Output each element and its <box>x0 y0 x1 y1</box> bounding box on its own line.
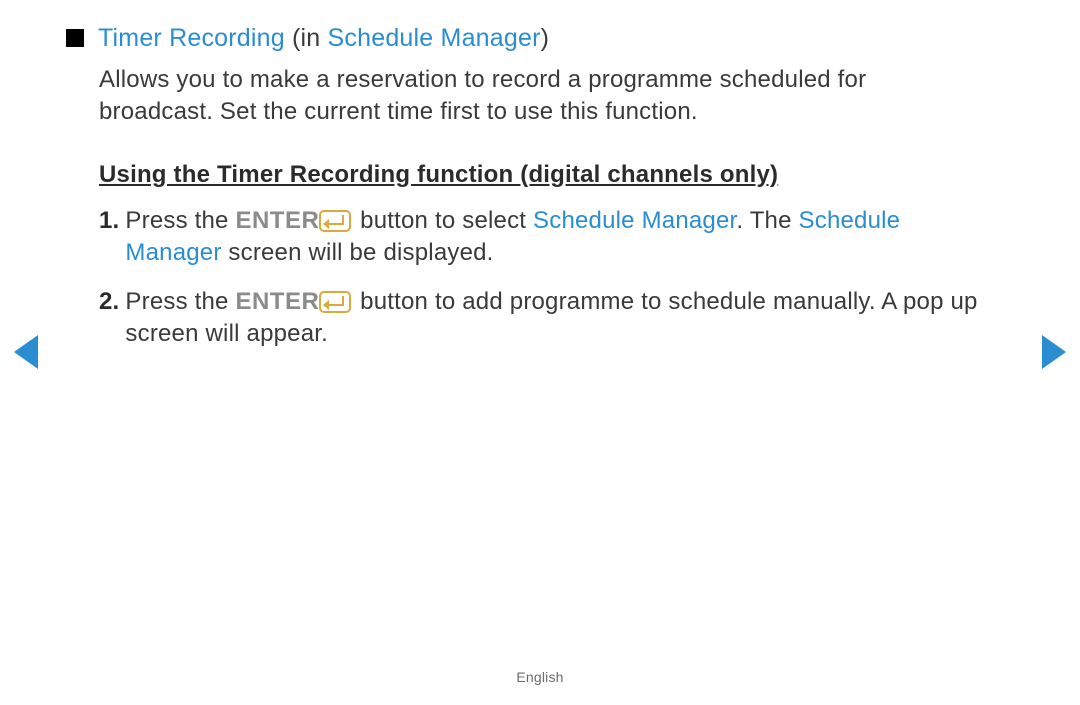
enter-icon <box>319 291 351 313</box>
text: Press the <box>125 207 235 234</box>
text: . The <box>736 207 798 234</box>
footer-language: English <box>0 668 1080 687</box>
next-page-arrow[interactable] <box>1042 335 1066 369</box>
heading-row: Timer Recording (in Schedule Manager) <box>66 22 984 56</box>
title-part-timer-recording: Timer Recording <box>98 24 285 52</box>
enter-label: ENTER <box>235 207 319 234</box>
title-part-schedule-manager: Schedule Manager <box>328 24 541 52</box>
step-body: Press the ENTER button to add programme … <box>125 286 984 351</box>
text: button to select <box>353 207 533 234</box>
steps-list: 1. Press the ENTER button to select Sche… <box>99 205 984 351</box>
title-part-in: (in <box>285 24 328 52</box>
square-bullet-icon <box>66 29 84 47</box>
enter-icon <box>319 210 351 232</box>
text: Press the <box>125 288 235 315</box>
step-2: 2. Press the ENTER button to add program… <box>99 286 984 351</box>
page-title: Timer Recording (in Schedule Manager) <box>98 22 549 56</box>
subheading: Using the Timer Recording function (digi… <box>99 159 984 191</box>
step-number: 1. <box>99 205 119 270</box>
prev-page-arrow[interactable] <box>14 335 38 369</box>
enter-label: ENTER <box>235 288 319 315</box>
intro-text: Allows you to make a reservation to reco… <box>99 64 984 129</box>
link-schedule-manager: Schedule Manager <box>533 207 736 234</box>
title-part-close-paren: ) <box>541 24 550 52</box>
step-1: 1. Press the ENTER button to select Sche… <box>99 205 984 270</box>
step-body: Press the ENTER button to select Schedul… <box>125 205 984 270</box>
text: screen will be displayed. <box>222 239 494 266</box>
step-number: 2. <box>99 286 119 351</box>
page-content: Timer Recording (in Schedule Manager) Al… <box>0 0 1080 350</box>
